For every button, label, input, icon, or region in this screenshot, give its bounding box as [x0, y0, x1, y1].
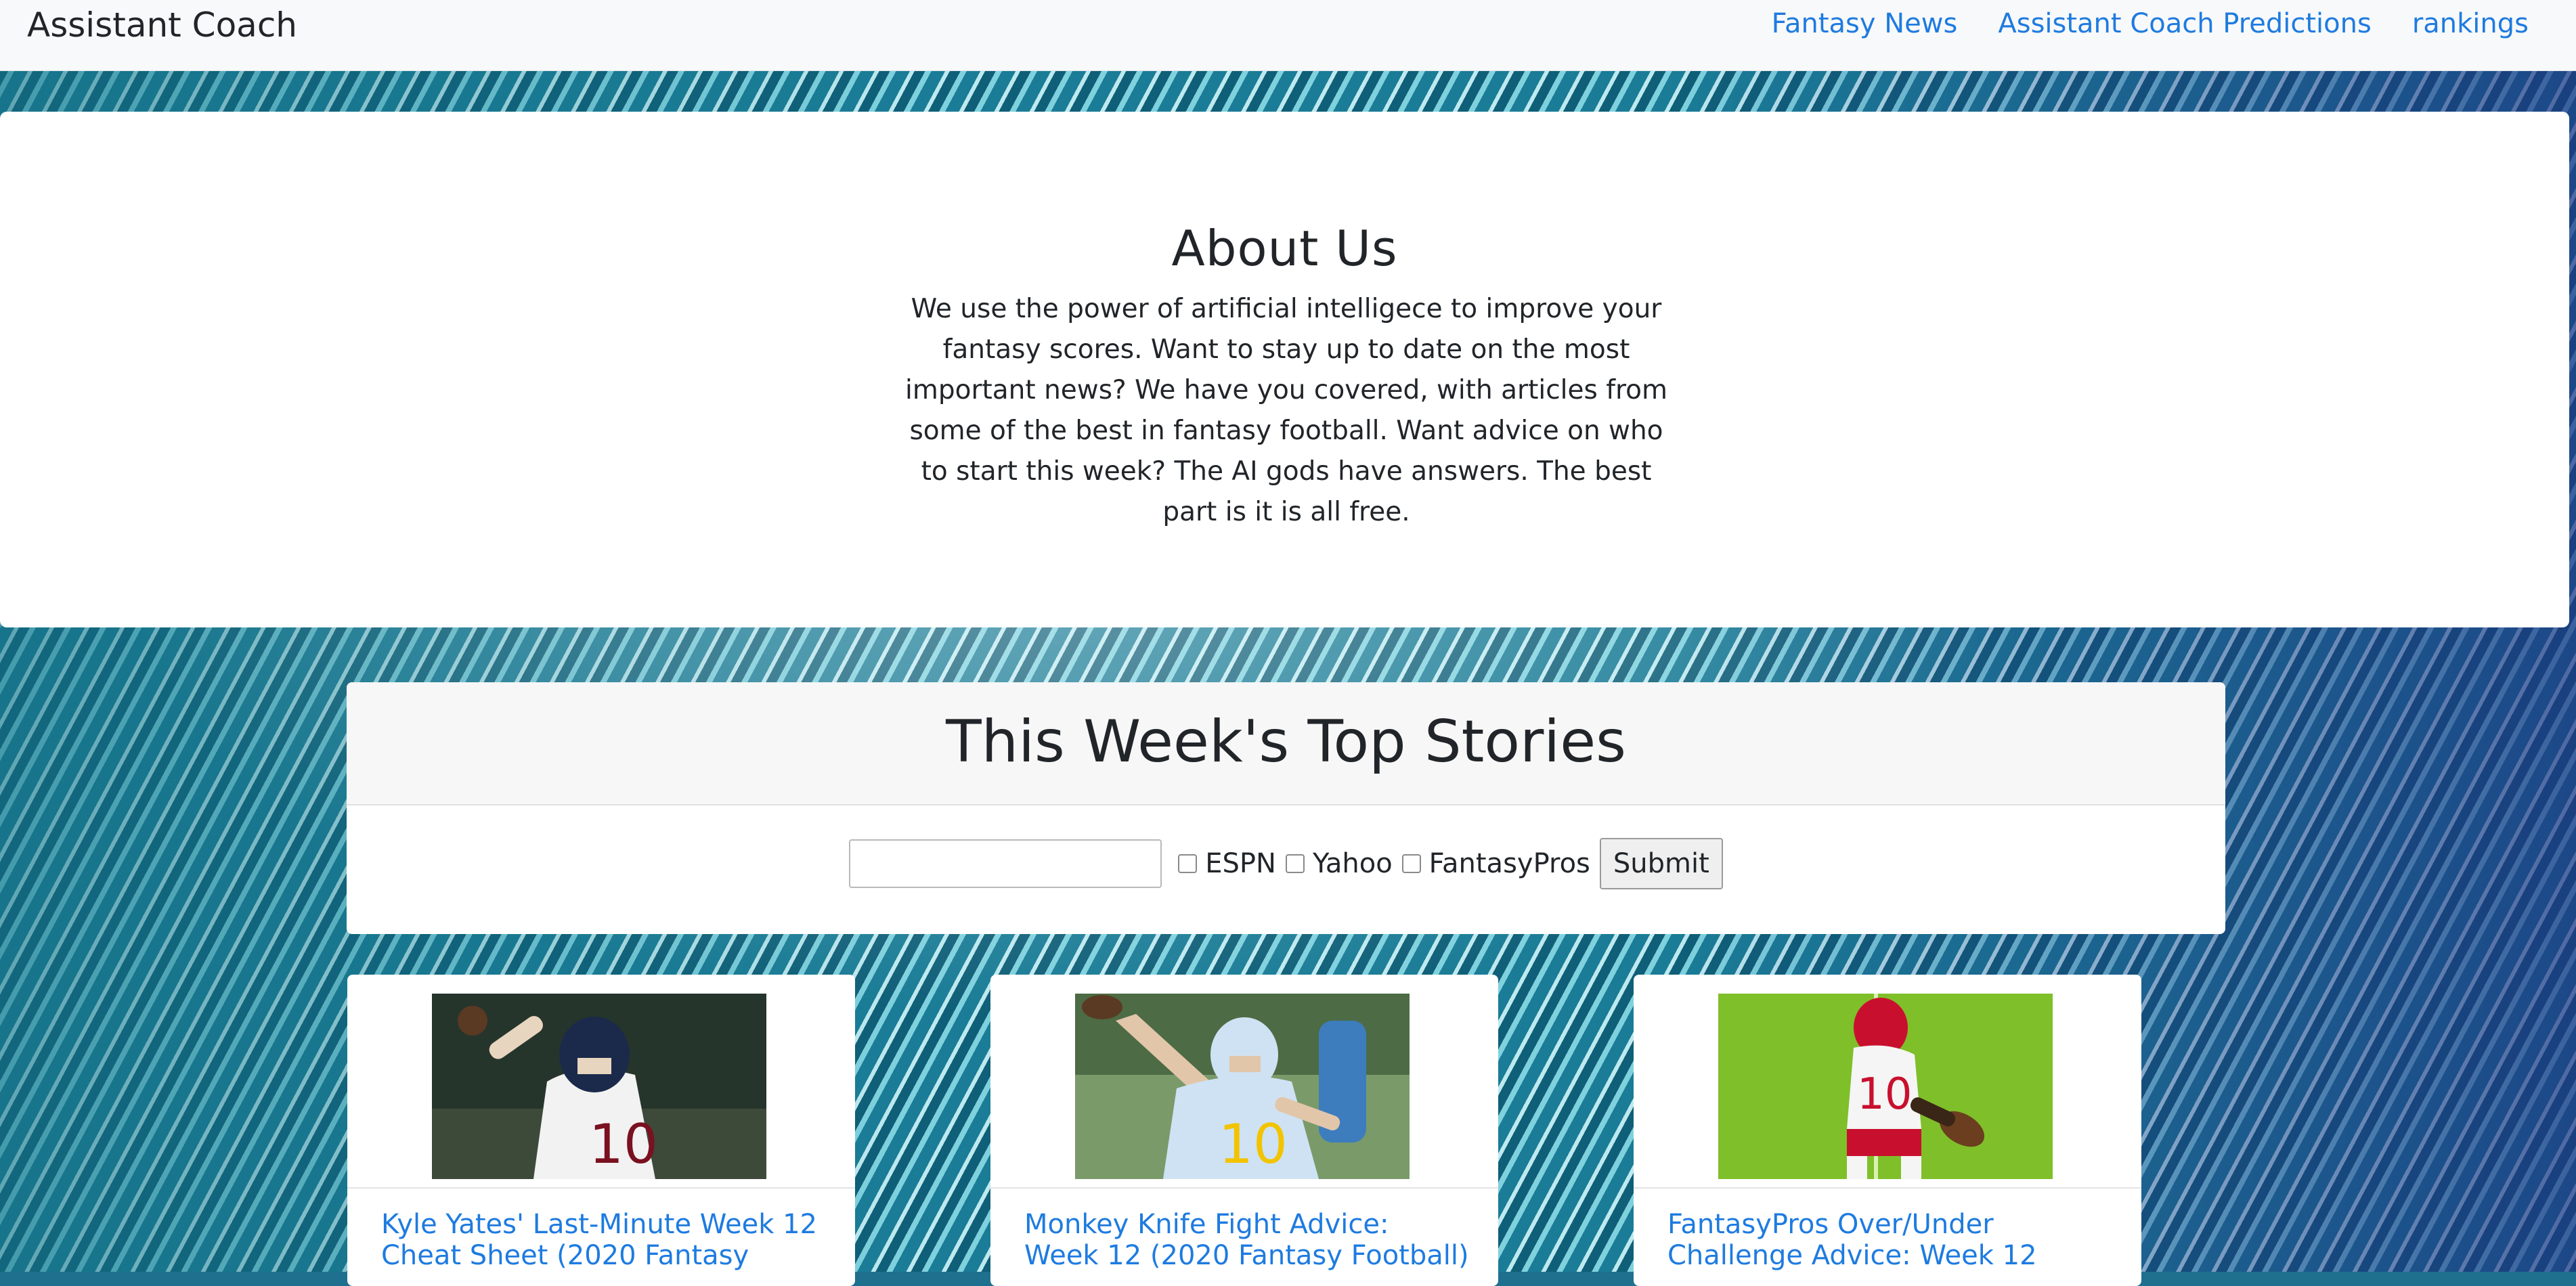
about-section: About Us We use the power of artificial … [0, 112, 2569, 627]
card-divider [990, 1187, 1498, 1189]
article-title-link[interactable]: FantasyPros Over/Under Challenge Advice:… [1667, 1209, 2114, 1271]
submit-button[interactable]: Submit [1599, 838, 1723, 889]
top-stories-header: This Week's Top Stories [347, 682, 2225, 805]
nav-link-predictions[interactable]: Assistant Coach Predictions [1998, 8, 2371, 39]
article-image[interactable]: 10 [432, 994, 766, 1179]
espn-checkbox[interactable] [1178, 854, 1198, 873]
about-body: We use the power of artificial intellige… [905, 294, 1667, 527]
article-image[interactable]: 10 [1718, 994, 2053, 1179]
top-stories-title: This Week's Top Stories [946, 708, 1626, 776]
search-input[interactable] [849, 839, 1162, 888]
article-card: 10 Kyle Yates' Last-Minute Week 12 Cheat… [347, 975, 855, 1286]
navbar: Assistant Coach Fantasy News Assistant C… [0, 0, 2576, 71]
article-card: 10 FantasyPros Over/Under Challenge Advi… [1634, 975, 2141, 1286]
nav-link-fantasy-news[interactable]: Fantasy News [1772, 8, 1958, 39]
fantasypros-label: FantasyPros [1428, 848, 1590, 879]
filter-form: ESPN Yahoo FantasyPros Submit [347, 838, 2225, 889]
nav-link-rankings[interactable]: rankings [2412, 8, 2529, 39]
yahoo-checkbox[interactable] [1285, 854, 1305, 873]
espn-label: ESPN [1205, 848, 1276, 879]
article-card: 10 Monkey Knife Fight Advice: Week 12 (2… [990, 975, 1498, 1286]
top-stories-panel: This Week's Top Stories ESPN Yahoo Fanta… [347, 682, 2225, 934]
nav-links: Fantasy News Assistant Coach Predictions… [1772, 8, 2529, 39]
svg-text:10: 10 [1857, 1069, 1912, 1119]
card-divider [1634, 1187, 2141, 1189]
svg-text:10: 10 [1219, 1113, 1288, 1176]
article-title-link[interactable]: Monkey Knife Fight Advice: Week 12 (2020… [1024, 1209, 1471, 1271]
fantasypros-checkbox[interactable] [1401, 854, 1421, 873]
card-divider [347, 1187, 855, 1189]
article-image[interactable]: 10 [1075, 994, 1410, 1179]
brand-logo[interactable]: Assistant Coach [27, 5, 297, 45]
yahoo-label: Yahoo [1312, 848, 1393, 879]
svg-text:10: 10 [589, 1113, 658, 1176]
about-title: About Us [1171, 220, 1398, 277]
article-title-link[interactable]: Kyle Yates' Last-Minute Week 12 Cheat Sh… [381, 1209, 828, 1271]
